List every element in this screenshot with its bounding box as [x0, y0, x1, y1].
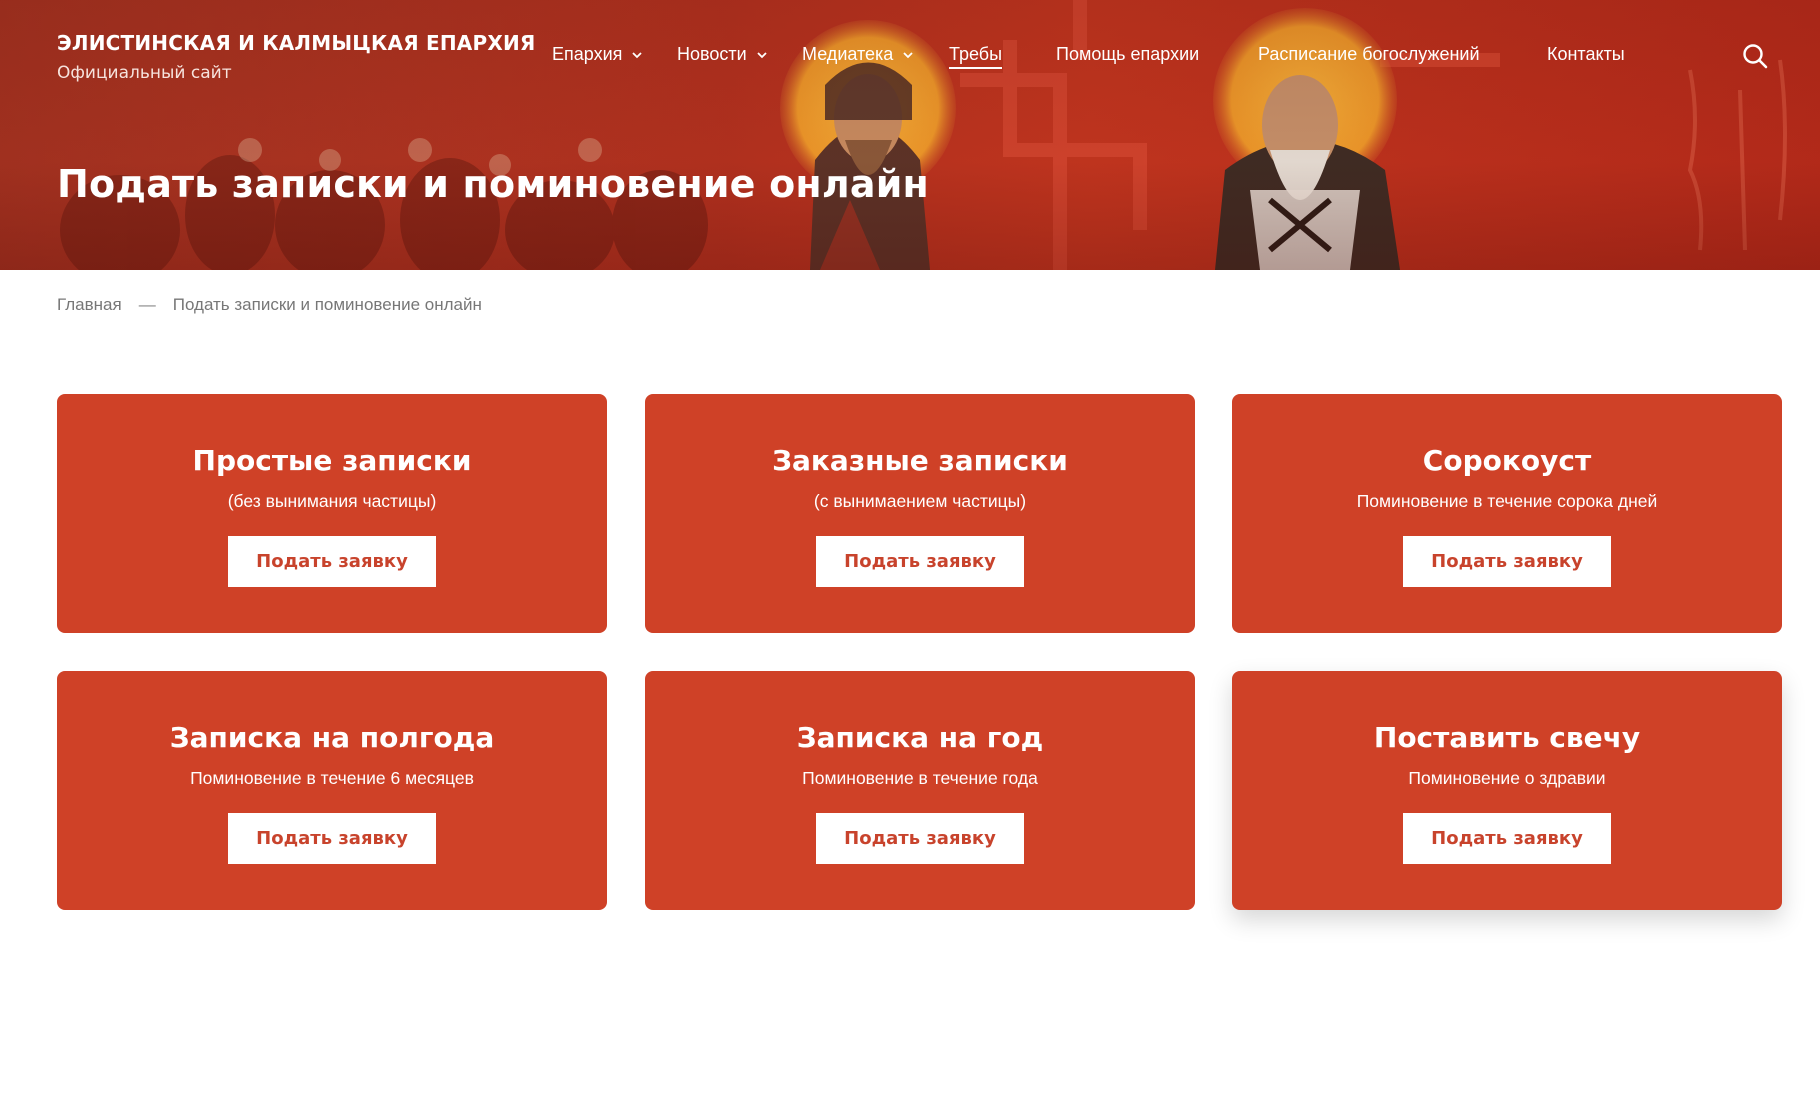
card-title: Сорокоуст: [1422, 444, 1592, 477]
card-title: Записка на полгода: [169, 721, 495, 754]
page-title: Подать записки и поминовение онлайн: [57, 162, 929, 206]
submit-request-button[interactable]: Подать заявку: [228, 536, 436, 587]
chevron-down-icon: [632, 51, 643, 58]
card-year-note: Записка на год Поминовение в течение год…: [645, 671, 1195, 910]
nav-item-label: Контакты: [1547, 44, 1625, 64]
chevron-down-icon: [757, 51, 767, 58]
nav-item-label: Помощь епархии: [1056, 44, 1200, 64]
nav-item-label: Епархия: [552, 44, 623, 64]
breadcrumb: Главная — Подать записки и поминовение о…: [57, 295, 482, 315]
card-title: Записка на год: [796, 721, 1044, 754]
nav-item-schedule[interactable]: Расписание богослужений: [1258, 44, 1480, 65]
card-title: Заказные записки: [772, 444, 1068, 477]
site-title[interactable]: ЭЛИСТИНСКАЯ И КАЛМЫЦКАЯ ЕПАРХИЯ: [57, 31, 536, 55]
card-custom-notes: Заказные записки (с вынимаением частицы)…: [645, 394, 1195, 633]
search-icon[interactable]: [1742, 43, 1768, 69]
hero-banner: ЭЛИСТИНСКАЯ И КАЛМЫЦКАЯ ЕПАРХИЯ Официаль…: [0, 0, 1820, 270]
nav-item-contacts[interactable]: Контакты: [1547, 44, 1625, 65]
card-light-candle: Поставить свечу Поминовение о здравии По…: [1232, 671, 1782, 910]
card-subtitle: Поминовение о здравии: [1408, 768, 1606, 788]
card-sorokoust: Сорокоуст Поминовение в течение сорока д…: [1232, 394, 1782, 633]
card-simple-notes: Простые записки (без вынимания частицы) …: [57, 394, 607, 633]
nav-item-label: Медиатека: [802, 44, 894, 64]
nav-item-label: Расписание богослужений: [1258, 44, 1480, 64]
card-half-year-note: Записка на полгода Поминовение в течение…: [57, 671, 607, 910]
card-title: Поставить свечу: [1373, 721, 1641, 754]
submit-request-button[interactable]: Подать заявку: [816, 536, 1024, 587]
nav-item-news[interactable]: Новости: [677, 44, 768, 65]
site-brand[interactable]: ЭЛИСТИНСКАЯ И КАЛМЫЦКАЯ ЕПАРХИЯ Официаль…: [57, 31, 536, 83]
card-subtitle: (с вынимаением частицы): [813, 491, 1027, 511]
breadcrumb-current: Подать записки и поминовение онлайн: [172, 295, 482, 314]
card-subtitle: Поминовение в течение 6 месяцев: [190, 768, 474, 788]
card-subtitle: Поминовение в течение года: [802, 768, 1038, 788]
submit-request-button[interactable]: Подать заявку: [228, 813, 436, 864]
nav-item-help[interactable]: Помощь епархии: [1056, 44, 1199, 65]
card-subtitle: (без вынимания частицы): [227, 491, 437, 511]
card-subtitle: Поминовение в течение сорока дней: [1356, 491, 1658, 511]
nav-item-eparchy[interactable]: Епархия: [552, 44, 643, 65]
site-subtitle: Официальный сайт: [57, 63, 232, 83]
breadcrumb-home-link[interactable]: Главная: [57, 295, 122, 315]
submit-request-button[interactable]: Подать заявку: [1403, 536, 1611, 587]
nav-item-media[interactable]: Медиатека: [802, 44, 914, 65]
submit-request-button[interactable]: Подать заявку: [1403, 813, 1611, 864]
nav-item-label: Требы: [949, 44, 1003, 69]
chevron-down-icon: [903, 51, 913, 58]
submit-request-button[interactable]: Подать заявку: [816, 813, 1024, 864]
card-title: Простые записки: [192, 444, 472, 477]
nav-item-services[interactable]: Требы: [949, 44, 1003, 69]
breadcrumb-separator: —: [138, 295, 156, 314]
nav-item-label: Новости: [677, 44, 747, 64]
